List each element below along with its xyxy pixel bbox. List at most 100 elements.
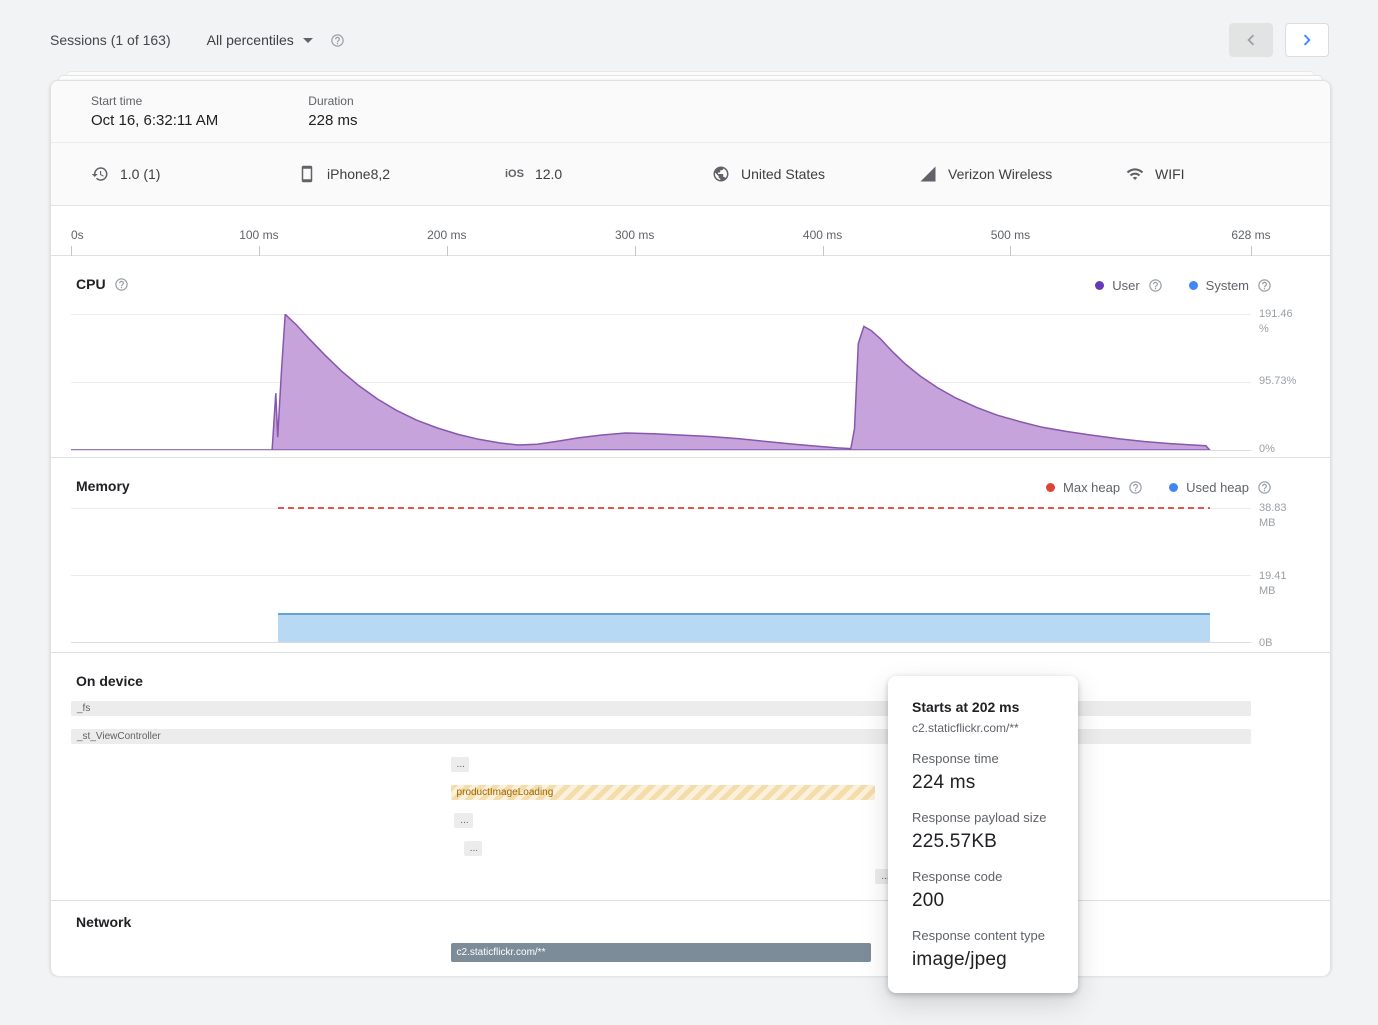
trace-bar[interactable]: ... <box>464 841 483 856</box>
timeline-ruler: 0s 100 ms 200 ms 300 ms 400 ms 500 ms 628 ms <box>51 206 1330 256</box>
network-request-bar[interactable]: c2.staticflickr.com/** <box>451 943 872 962</box>
connection-value: WIFI <box>1155 166 1185 182</box>
chevron-left-icon <box>1240 29 1262 51</box>
tooltip-row-label: Response time <box>912 751 1054 766</box>
help-icon[interactable] <box>330 33 345 48</box>
trace-bar[interactable]: ... <box>451 757 470 772</box>
gridline <box>71 450 1251 451</box>
network-title-text: Network <box>76 914 131 930</box>
smartphone-icon <box>298 165 316 183</box>
network-request-tooltip: Starts at 202 ms c2.staticflickr.com/** … <box>888 676 1078 993</box>
next-session-button[interactable] <box>1285 23 1329 57</box>
network-section-title: Network <box>76 914 131 930</box>
tooltip-row-label: Response code <box>912 869 1054 884</box>
device-carrier: Verizon Wireless <box>919 165 1126 183</box>
device-model: iPhone8,2 <box>298 165 505 183</box>
country-value: United States <box>741 166 825 182</box>
tooltip-row: Response time 224 ms <box>912 751 1054 794</box>
percentiles-dropdown[interactable]: All percentiles <box>207 32 313 48</box>
device-model-value: iPhone8,2 <box>327 166 390 182</box>
tooltip-row: Response content type image/jpeg <box>912 928 1054 971</box>
tooltip-row-label: Response payload size <box>912 810 1054 825</box>
device-connection: WIFI <box>1126 165 1185 183</box>
ondevice-title-text: On device <box>76 673 143 689</box>
cpu-section: CPU User System 191.46% 95.73% 0% <box>51 256 1330 458</box>
memory-ymax-label: 38.83MB <box>1259 501 1321 531</box>
wifi-icon <box>1126 165 1144 183</box>
session-header: Start time Oct 16, 6:32:11 AM Duration 2… <box>51 81 1330 143</box>
trace-bar[interactable]: productImageLoading <box>451 785 876 800</box>
app-version-history-icon <box>91 165 109 183</box>
app-version-value: 1.0 (1) <box>120 166 160 182</box>
timeline-tick-label: 100 ms <box>239 228 278 242</box>
timeline-tick-label: 500 ms <box>991 228 1030 242</box>
ondevice-section: On device _fs_st_ViewController...produc… <box>51 653 1330 901</box>
timeline-ruler-track: 0s100 ms200 ms300 ms400 ms500 ms628 ms <box>71 206 1251 255</box>
memory-ymin-label: 0B <box>1259 636 1321 651</box>
device-attributes-row: 1.0 (1) iPhone8,2 iOS 12.0 United States… <box>51 143 1330 206</box>
timeline-tick-label: 400 ms <box>803 228 842 242</box>
top-bar: Sessions (1 of 163) All percentiles <box>0 0 1378 80</box>
cpu-user-series <box>71 314 1210 450</box>
percentiles-dropdown-label: All percentiles <box>207 32 294 48</box>
help-icon[interactable] <box>1257 480 1272 495</box>
cpu-chart[interactable] <box>71 314 1251 450</box>
legend-item: System <box>1189 278 1272 293</box>
cellular-signal-icon <box>919 165 937 183</box>
tooltip-row-value: image/jpeg <box>912 949 1054 971</box>
trace-bar[interactable]: ... <box>454 813 473 828</box>
chevron-down-icon <box>303 38 313 43</box>
session-card-stack: Start time Oct 16, 6:32:11 AM Duration 2… <box>50 80 1331 975</box>
previous-session-button[interactable] <box>1229 23 1273 57</box>
cpu-section-title: CPU <box>76 276 129 292</box>
chevron-right-icon <box>1296 29 1318 51</box>
device-app-version: 1.0 (1) <box>91 165 298 183</box>
cpu-title-text: CPU <box>76 276 106 292</box>
tooltip-title: Starts at 202 ms <box>912 699 1054 715</box>
tooltip-row: Response payload size 225.57KB <box>912 810 1054 853</box>
session-card: Start time Oct 16, 6:32:11 AM Duration 2… <box>50 80 1331 975</box>
cpu-ymin-label: 0% <box>1259 442 1321 457</box>
start-time-value: Oct 16, 6:32:11 AM <box>91 112 218 129</box>
duration-label: Duration <box>308 94 357 108</box>
timeline-tick-label: 628 ms <box>1231 228 1270 242</box>
duration-value: 228 ms <box>308 112 357 129</box>
ios-icon: iOS <box>505 168 524 180</box>
carrier-value: Verizon Wireless <box>948 166 1052 182</box>
timeline-tick-label: 200 ms <box>427 228 466 242</box>
legend-dot-icon <box>1189 281 1198 290</box>
used-heap-bar <box>278 613 1210 642</box>
memory-chart[interactable] <box>71 458 1251 653</box>
tooltip-row: Response code 200 <box>912 869 1054 912</box>
memory-ymid-label: 19.41MB <box>1259 569 1321 599</box>
session-nav <box>1229 23 1329 57</box>
cpu-ymax-label: 191.46% <box>1259 307 1321 337</box>
timeline-tick-label: 300 ms <box>615 228 654 242</box>
legend-label: User <box>1112 278 1139 293</box>
tooltip-row-label: Response content type <box>912 928 1054 943</box>
legend-label: System <box>1206 278 1249 293</box>
tooltip-row-value: 200 <box>912 890 1054 912</box>
tooltip-row-value: 224 ms <box>912 772 1054 794</box>
max-heap-line <box>278 507 1210 509</box>
memory-section: Memory Max heapUsed heap 38.83MB 19.41MB… <box>51 458 1330 653</box>
help-icon[interactable] <box>1148 278 1163 293</box>
globe-icon <box>712 165 730 183</box>
tooltip-rows: Response time 224 ms Response payload size… <box>912 751 1054 971</box>
start-time-label: Start time <box>91 94 218 108</box>
help-icon[interactable] <box>114 277 129 292</box>
tooltip-url: c2.staticflickr.com/** <box>912 721 1054 735</box>
network-section: Network c2.staticflickr.com/** <box>51 901 1330 976</box>
ondevice-section-title: On device <box>76 673 143 689</box>
legend-dot-icon <box>1095 281 1104 290</box>
tooltip-row-value: 225.57KB <box>912 831 1054 853</box>
help-icon[interactable] <box>1257 278 1272 293</box>
os-version-value: 12.0 <box>535 166 562 182</box>
cpu-legend: User System <box>1095 278 1272 293</box>
cpu-ymid-label: 95.73% <box>1259 374 1321 389</box>
device-os: iOS 12.0 <box>505 166 712 182</box>
start-time-field: Start time Oct 16, 6:32:11 AM <box>91 94 218 142</box>
timeline-tick-label: 0s <box>71 228 84 242</box>
sessions-count-label: Sessions (1 of 163) <box>50 32 171 48</box>
device-country: United States <box>712 165 919 183</box>
